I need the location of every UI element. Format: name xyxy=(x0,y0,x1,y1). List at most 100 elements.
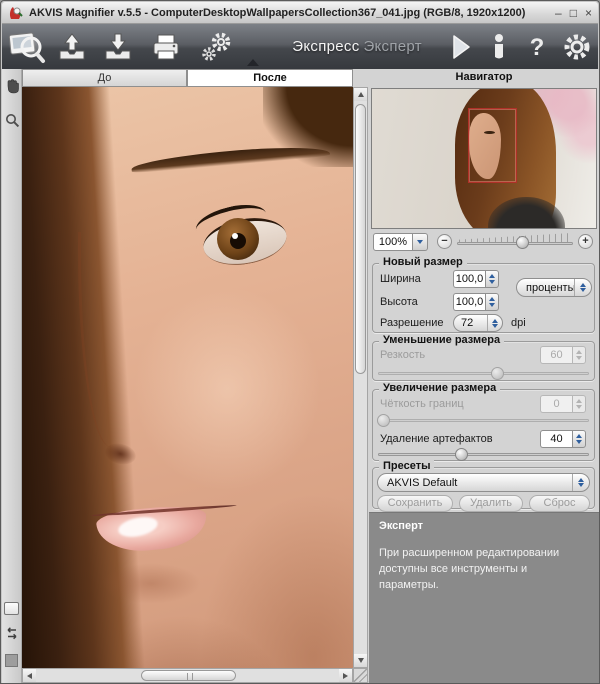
resolution-value: 72 xyxy=(454,317,487,329)
artifact-removal-spinner[interactable] xyxy=(572,430,586,448)
height-spinner[interactable] xyxy=(485,293,499,311)
height-field[interactable]: 100,0 xyxy=(453,293,499,311)
hand-icon xyxy=(5,78,20,94)
maximize-button[interactable]: □ xyxy=(570,7,577,19)
app-icon xyxy=(8,5,24,21)
width-label: Ширина xyxy=(380,273,421,285)
tab-express-mode[interactable]: Экспресс xyxy=(292,27,360,67)
zoom-tool-button[interactable] xyxy=(3,111,21,129)
save-preset-button[interactable]: Сохранить xyxy=(377,495,453,512)
zoom-dropdown-button[interactable] xyxy=(413,233,428,251)
info-icon xyxy=(491,33,507,61)
view-tabs: До После xyxy=(22,69,353,87)
hint-title: Эксперт xyxy=(379,520,589,532)
pan-tool-button[interactable] xyxy=(3,77,21,95)
scroll-up-button[interactable] xyxy=(354,88,367,101)
scroll-down-button[interactable] xyxy=(354,654,367,667)
toolbar-collapse-handle[interactable] xyxy=(247,59,259,66)
edge-sharpness-slider-handle xyxy=(377,414,390,427)
artifact-removal-field[interactable]: 40 xyxy=(540,430,586,448)
preferences-button[interactable] xyxy=(556,27,598,67)
minimize-button[interactable]: – xyxy=(555,7,562,19)
edge-sharpness-spinner xyxy=(572,395,586,413)
save-icon xyxy=(101,31,135,63)
background-swatch[interactable] xyxy=(5,654,18,667)
save-image-button[interactable] xyxy=(95,27,142,67)
group-presets: Пресеты AKVIS Default Сохранить Удалить … xyxy=(372,467,595,509)
zoom-value: 100% xyxy=(373,233,413,251)
settings-panel: Навигатор 100% − + Новый размер Шири xyxy=(369,69,599,683)
run-processing-button[interactable] xyxy=(442,27,480,67)
batch-processing-button[interactable] xyxy=(191,27,242,67)
open-image-button[interactable] xyxy=(49,27,94,67)
height-label: Высота xyxy=(380,296,418,308)
navigator-thumbnail[interactable] xyxy=(371,88,597,229)
about-button[interactable] xyxy=(480,27,518,67)
height-value[interactable]: 100,0 xyxy=(453,293,485,311)
zoom-slider-handle[interactable] xyxy=(516,236,529,249)
preset-spinner[interactable] xyxy=(572,474,589,491)
group-new-size: Новый размер Ширина 100,0 проценты Высот… xyxy=(372,263,595,333)
swap-views-button[interactable] xyxy=(3,624,21,642)
edge-sharpness-label: Чёткость границ xyxy=(380,398,464,410)
zoom-out-button[interactable]: − xyxy=(437,234,452,249)
group-presets-title: Пресеты xyxy=(379,460,434,472)
group-upsize-title: Увеличение размера xyxy=(379,382,500,394)
edge-sharpness-slider xyxy=(378,414,589,428)
vertical-scrollbar[interactable] xyxy=(353,87,368,668)
express-mode-label: Экспресс xyxy=(292,38,359,55)
resolution-combobox[interactable]: 72 xyxy=(453,314,503,332)
tab-after[interactable]: После xyxy=(187,69,353,87)
tab-before[interactable]: До xyxy=(22,69,187,87)
resize-grip[interactable] xyxy=(353,668,368,683)
sharpness-value: 60 xyxy=(540,346,572,364)
units-combobox[interactable]: проценты xyxy=(516,278,592,297)
app-logo-button[interactable] xyxy=(2,27,49,67)
scroll-right-button[interactable] xyxy=(339,669,352,682)
scroll-left-button[interactable] xyxy=(23,669,36,682)
width-spinner[interactable] xyxy=(485,270,499,288)
preset-selected: AKVIS Default xyxy=(378,477,572,489)
print-button[interactable] xyxy=(142,27,191,67)
help-button[interactable]: ? xyxy=(518,27,556,67)
edge-sharpness-field: 0 xyxy=(540,395,586,413)
photo-after-view xyxy=(22,87,353,668)
zoom-slider[interactable] xyxy=(457,233,573,249)
artifact-removal-slider-handle[interactable] xyxy=(455,448,468,461)
sharpness-slider-handle xyxy=(491,367,504,380)
resolution-spinner[interactable] xyxy=(487,315,502,331)
swap-arrows-icon xyxy=(4,626,20,641)
zoom-controls: 100% − + xyxy=(369,232,599,252)
navigator-view-frame[interactable] xyxy=(468,108,517,182)
eye-region xyxy=(191,200,294,287)
tab-expert-mode[interactable]: Эксперт xyxy=(360,27,425,67)
delete-preset-button[interactable]: Удалить xyxy=(459,495,523,512)
sharpness-spinner xyxy=(572,346,586,364)
quick-preview-swatch[interactable] xyxy=(4,602,19,615)
close-button[interactable]: × xyxy=(585,7,592,19)
left-tool-strip xyxy=(2,69,22,683)
image-viewport[interactable] xyxy=(22,87,353,668)
preset-combobox[interactable]: AKVIS Default xyxy=(377,473,590,492)
main-toolbar: Экспресс Эксперт ? xyxy=(2,23,598,69)
sharpness-slider xyxy=(378,367,589,381)
width-field[interactable]: 100,0 xyxy=(453,270,499,288)
zoom-in-button[interactable]: + xyxy=(578,234,593,249)
sharpness-label: Резкость xyxy=(380,349,425,361)
zoom-combobox[interactable]: 100% xyxy=(373,233,428,251)
print-icon xyxy=(149,31,183,63)
expert-mode-label: Эксперт xyxy=(363,38,421,55)
artifact-removal-value[interactable]: 40 xyxy=(540,430,572,448)
group-downsize-title: Уменьшение размера xyxy=(379,334,504,346)
hint-area: Эксперт При расширенном редактировании д… xyxy=(369,512,599,683)
reset-preset-button[interactable]: Сброс xyxy=(529,495,590,512)
width-value[interactable]: 100,0 xyxy=(453,270,485,288)
horizontal-scrollbar[interactable] xyxy=(22,668,353,683)
artifact-removal-label: Удаление артефактов xyxy=(380,433,493,445)
vertical-scroll-thumb[interactable] xyxy=(355,104,366,374)
horizontal-scroll-thumb[interactable] xyxy=(141,670,236,681)
sharpness-field: 60 xyxy=(540,346,586,364)
units-spinner[interactable] xyxy=(574,279,591,296)
title-bar[interactable]: AKVIS Magnifier v.5.5 - ComputerDesktopW… xyxy=(2,2,598,23)
magnifier-logo-icon xyxy=(5,29,47,65)
